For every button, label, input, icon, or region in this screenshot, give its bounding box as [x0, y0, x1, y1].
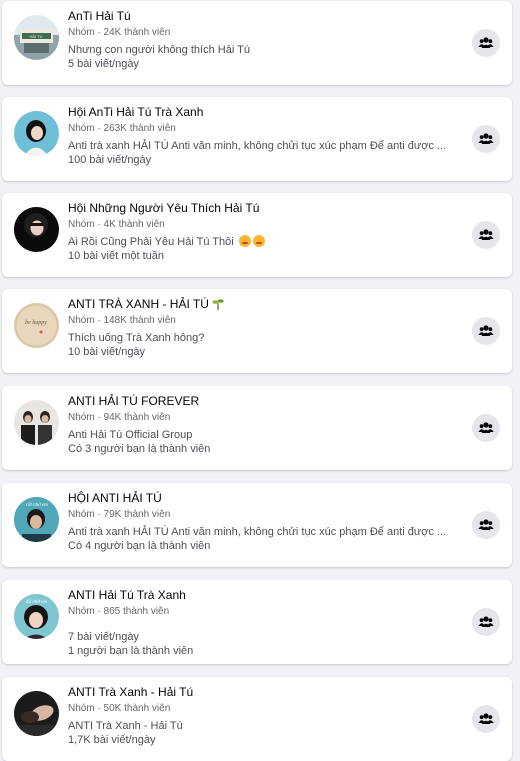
group-description: Ai Rồi Cũng Phải Yêu Hải Tú Thôi [68, 235, 464, 249]
group-description: Nhưng con người không thích Hải Tú [68, 44, 250, 56]
group-description: ANTI Trà Xanh - Hải Tú [68, 720, 183, 732]
group-friends: 1 người bạn là thành viên [68, 645, 194, 657]
group-avatar[interactable]: đã nhớ em [14, 594, 59, 639]
avatar-text: rất nhớ em [26, 503, 48, 508]
group-card[interactable]: ANTI HẢI TÚ FOREVER Nhóm · 94K thành viê… [2, 386, 512, 470]
group-card[interactable]: Hội AnTi Hải Tú Trà Xanh Nhóm · 263K thà… [2, 97, 512, 181]
group-name[interactable]: HỘI ANTI HẢI TÚ [68, 491, 468, 506]
group-people-icon [478, 37, 494, 48]
join-group-button[interactable] [472, 317, 500, 345]
group-meta: Nhóm · 263K thành viên [68, 123, 176, 134]
group-people-icon [478, 616, 494, 627]
group-people-icon [478, 422, 494, 433]
group-activity: 10 bài viết/ngày [68, 346, 146, 358]
group-description: Anti trà xanh HẢI TÚ Anti văn minh, khôn… [68, 140, 447, 152]
group-activity: Có 4 người bạn là thành viên [68, 540, 211, 552]
group-people-icon [478, 229, 494, 240]
avatar-text: đã nhớ em [26, 600, 47, 605]
group-card[interactable]: ANTI Trà Xanh - Hải Tú Nhóm · 50K thành … [2, 677, 512, 761]
group-activity: 100 bài viết/ngày [68, 154, 152, 166]
group-avatar[interactable] [14, 207, 59, 252]
group-card[interactable]: đã nhớ em ANTI Hải Tú Trà Xanh Nhóm · 86… [2, 580, 512, 664]
group-description: Anti trà xanh HẢI TÚ Anti văn minh, khôn… [68, 526, 447, 538]
join-group-button[interactable] [472, 125, 500, 153]
group-name[interactable]: AnTi Hải Tú [68, 9, 468, 24]
group-meta: Nhóm · 4K thành viên [68, 219, 165, 230]
join-group-button[interactable] [472, 705, 500, 733]
grinning-emoji-icon [238, 235, 251, 247]
group-meta: Nhóm · 865 thành viên [68, 606, 170, 617]
join-group-button[interactable] [472, 221, 500, 249]
group-card[interactable]: rất nhớ em HỘI ANTI HẢI TÚ Nhóm · 79K th… [2, 483, 512, 567]
group-name[interactable]: ANTI HẢI TÚ FOREVER [68, 394, 468, 409]
group-avatar[interactable]: be happy [14, 303, 59, 348]
group-people-icon [478, 713, 494, 724]
group-description: Anti Hải Tú Official Group [68, 429, 193, 441]
group-name[interactable]: Hội Những Người Yêu Thích Hải Tú [68, 201, 468, 216]
group-avatar[interactable] [14, 691, 59, 736]
group-meta: Nhóm · 79K thành viên [68, 509, 171, 520]
group-name[interactable]: Hội AnTi Hải Tú Trà Xanh [68, 105, 468, 120]
grinning-emoji-icon [252, 235, 265, 247]
group-card[interactable]: be happy ANTI TRÀ XANH - HẢI TÚ Nhóm · 1… [2, 289, 512, 373]
group-avatar[interactable] [14, 111, 59, 156]
group-people-icon [478, 325, 494, 336]
join-group-button[interactable] [472, 608, 500, 636]
group-people-icon [478, 519, 494, 530]
sprout-icon [212, 299, 224, 310]
group-avatar[interactable] [14, 400, 59, 445]
group-meta: Nhóm · 50K thành viên [68, 703, 171, 714]
group-card[interactable]: Hội Những Người Yêu Thích Hải Tú Nhóm · … [2, 193, 512, 277]
join-group-button[interactable] [472, 414, 500, 442]
group-activity: 10 bài viết một tuần [68, 250, 165, 262]
avatar-text: be happy [25, 320, 47, 326]
group-meta: Nhóm · 94K thành viên [68, 412, 171, 423]
avatar-sign-text: HẢI TÚ [29, 34, 42, 39]
group-description: Thích uống Trà Xanh hông? [68, 332, 205, 344]
group-search-results: HẢI TÚ AnTi Hải Tú Nhóm · 24K thành viên… [0, 0, 520, 761]
group-card[interactable]: HẢI TÚ AnTi Hải Tú Nhóm · 24K thành viên… [2, 1, 512, 85]
group-name[interactable]: ANTI TRÀ XANH - HẢI TÚ [68, 297, 468, 312]
group-activity: 1,7K bài viết/ngày [68, 734, 156, 746]
group-people-icon [478, 133, 494, 144]
group-name[interactable]: ANTI Hải Tú Trà Xanh [68, 588, 468, 603]
group-meta: Nhóm · 24K thành viên [68, 27, 171, 38]
group-meta: Nhóm · 148K thành viên [68, 315, 176, 326]
join-group-button[interactable] [472, 29, 500, 57]
group-activity: 5 bài viết/ngày [68, 58, 139, 70]
group-activity: Có 3 người bạn là thành viên [68, 443, 211, 455]
group-activity: 7 bài viết/ngày [68, 631, 139, 643]
join-group-button[interactable] [472, 511, 500, 539]
group-avatar[interactable]: HẢI TÚ [14, 15, 59, 60]
group-name[interactable]: ANTI Trà Xanh - Hải Tú [68, 685, 468, 700]
group-avatar[interactable]: rất nhớ em [14, 497, 59, 542]
